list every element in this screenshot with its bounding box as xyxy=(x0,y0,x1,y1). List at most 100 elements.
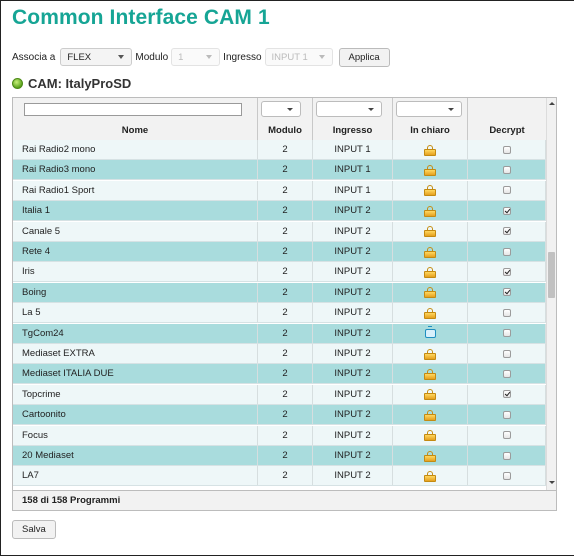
decrypt-checkbox[interactable] xyxy=(502,390,511,399)
nome-filter-input[interactable] xyxy=(24,103,242,116)
cell-ingresso: INPUT 2 xyxy=(313,425,393,445)
table-row[interactable]: Rai Radio1 Sport 2 INPUT 1 xyxy=(13,180,546,201)
table-row[interactable]: Cartoonito 2 INPUT 2 xyxy=(13,405,546,426)
table-row[interactable]: Rai Radio3 mono 2 INPUT 1 xyxy=(13,160,546,181)
ingresso-select[interactable]: INPUT 1 xyxy=(264,48,333,66)
lock-icon xyxy=(424,368,436,380)
table-row[interactable]: Boing 2 INPUT 2 xyxy=(13,282,546,303)
lock-icon xyxy=(424,409,436,421)
decrypt-checkbox[interactable] xyxy=(502,451,511,460)
decrypt-checkbox[interactable] xyxy=(502,431,511,440)
cell-decrypt xyxy=(468,201,546,221)
table-row[interactable]: Rete 4 2 INPUT 2 xyxy=(13,242,546,262)
column-header-ingresso[interactable]: Ingresso xyxy=(313,120,393,140)
cell-modulo: 2 xyxy=(258,323,313,343)
table-row[interactable]: Italia 1 2 INPUT 2 xyxy=(13,201,546,222)
table-row[interactable]: 20 Mediaset 2 INPUT 2 xyxy=(13,446,546,466)
decrypt-checkbox[interactable] xyxy=(502,410,511,419)
cell-ingresso: INPUT 2 xyxy=(313,384,393,404)
table-row[interactable]: Mediaset EXTRA 2 INPUT 2 xyxy=(13,344,546,364)
decrypt-checkbox[interactable] xyxy=(502,186,511,195)
cell-decrypt xyxy=(468,405,546,425)
scrollbar-thumb[interactable] xyxy=(548,252,555,298)
table-row[interactable]: TgCom24 2 INPUT 2 xyxy=(13,323,546,344)
lock-icon xyxy=(424,307,436,319)
vertical-scrollbar[interactable] xyxy=(546,98,556,490)
column-header-modulo[interactable]: Modulo xyxy=(258,120,313,140)
lock-icon xyxy=(424,164,436,176)
cell-ingresso: INPUT 2 xyxy=(313,282,393,302)
cell-ingresso: INPUT 2 xyxy=(313,201,393,221)
decrypt-checkbox[interactable] xyxy=(502,471,511,480)
column-headers: Nome Modulo Ingresso In chiaro Decrypt xyxy=(13,120,546,141)
cell-ingresso: INPUT 2 xyxy=(313,405,393,425)
cell-nome: 20 Mediaset xyxy=(13,446,258,465)
cell-modulo: 2 xyxy=(258,344,313,363)
cell-decrypt xyxy=(468,282,546,302)
status-dot-icon xyxy=(12,78,23,89)
cell-modulo: 2 xyxy=(258,303,313,323)
decrypt-checkbox[interactable] xyxy=(502,369,511,378)
cell-decrypt xyxy=(468,160,546,180)
modulo-select[interactable]: 1 xyxy=(171,48,221,66)
cell-nome: La 5 xyxy=(13,303,258,323)
cam-name: CAM: ItalyProSD xyxy=(28,76,132,91)
table-row[interactable]: Canale 5 2 INPUT 2 xyxy=(13,221,546,242)
cell-inchiaro xyxy=(393,323,468,343)
cell-nome: Rai Radio2 mono xyxy=(13,140,258,159)
decrypt-checkbox[interactable] xyxy=(502,247,511,256)
cell-nome: Rai Radio3 mono xyxy=(13,160,258,180)
cell-decrypt xyxy=(468,140,546,159)
filter-cell-inchiaro xyxy=(393,98,468,120)
cell-decrypt xyxy=(468,180,546,200)
cell-ingresso: INPUT 2 xyxy=(313,364,393,384)
table-row[interactable]: Rai Radio2 mono 2 INPUT 1 xyxy=(13,140,546,160)
modulo-value: 1 xyxy=(178,51,184,63)
cell-ingresso: INPUT 2 xyxy=(313,323,393,343)
cell-nome: Mediaset EXTRA xyxy=(13,344,258,363)
decrypt-checkbox[interactable] xyxy=(502,308,511,317)
decrypt-checkbox[interactable] xyxy=(502,165,511,174)
modulo-filter-select[interactable] xyxy=(261,101,301,117)
table-row[interactable]: Mediaset ITALIA DUE 2 INPUT 2 xyxy=(13,364,546,385)
table-row[interactable]: LA7 2 INPUT 2 xyxy=(13,466,546,487)
cell-modulo: 2 xyxy=(258,160,313,180)
decrypt-checkbox[interactable] xyxy=(502,206,511,215)
cell-inchiaro xyxy=(393,364,468,384)
inchiaro-filter-select[interactable] xyxy=(396,101,462,117)
cell-modulo: 2 xyxy=(258,425,313,445)
chevron-down-icon xyxy=(206,55,213,59)
cell-nome: Canale 5 xyxy=(13,221,258,241)
decrypt-checkbox[interactable] xyxy=(502,227,511,236)
cell-inchiaro xyxy=(393,201,468,221)
cell-ingresso: INPUT 2 xyxy=(313,466,393,486)
cell-inchiaro xyxy=(393,242,468,261)
table-row[interactable]: Iris 2 INPUT 2 xyxy=(13,262,546,283)
table-row[interactable]: Focus 2 INPUT 2 xyxy=(13,425,546,446)
decrypt-checkbox[interactable] xyxy=(502,329,511,338)
ingresso-filter-select[interactable] xyxy=(316,101,382,117)
decrypt-checkbox[interactable] xyxy=(502,267,511,276)
cell-nome: Rai Radio1 Sport xyxy=(13,180,258,200)
cell-modulo: 2 xyxy=(258,405,313,425)
decrypt-checkbox[interactable] xyxy=(502,288,511,297)
lock-icon xyxy=(424,205,436,217)
table-row[interactable]: Topcrime 2 INPUT 2 xyxy=(13,384,546,405)
scroll-up-icon[interactable] xyxy=(549,102,555,105)
cell-modulo: 2 xyxy=(258,140,313,159)
decrypt-checkbox[interactable] xyxy=(502,349,511,358)
cell-decrypt xyxy=(468,344,546,363)
decrypt-checkbox[interactable] xyxy=(502,145,511,154)
column-header-nome[interactable]: Nome xyxy=(13,120,258,140)
cell-inchiaro xyxy=(393,262,468,282)
table-row[interactable]: La 5 2 INPUT 2 xyxy=(13,303,546,324)
column-header-decrypt[interactable]: Decrypt xyxy=(468,120,546,140)
save-button[interactable]: Salva xyxy=(12,520,56,539)
lock-icon xyxy=(424,348,436,360)
cell-ingresso: INPUT 2 xyxy=(313,262,393,282)
cell-ingresso: INPUT 2 xyxy=(313,221,393,241)
apply-button[interactable]: Applica xyxy=(338,47,390,67)
column-header-inchiaro[interactable]: In chiaro xyxy=(393,120,468,140)
scroll-down-icon[interactable] xyxy=(549,481,555,484)
associa-select[interactable]: FLEX xyxy=(60,48,133,66)
